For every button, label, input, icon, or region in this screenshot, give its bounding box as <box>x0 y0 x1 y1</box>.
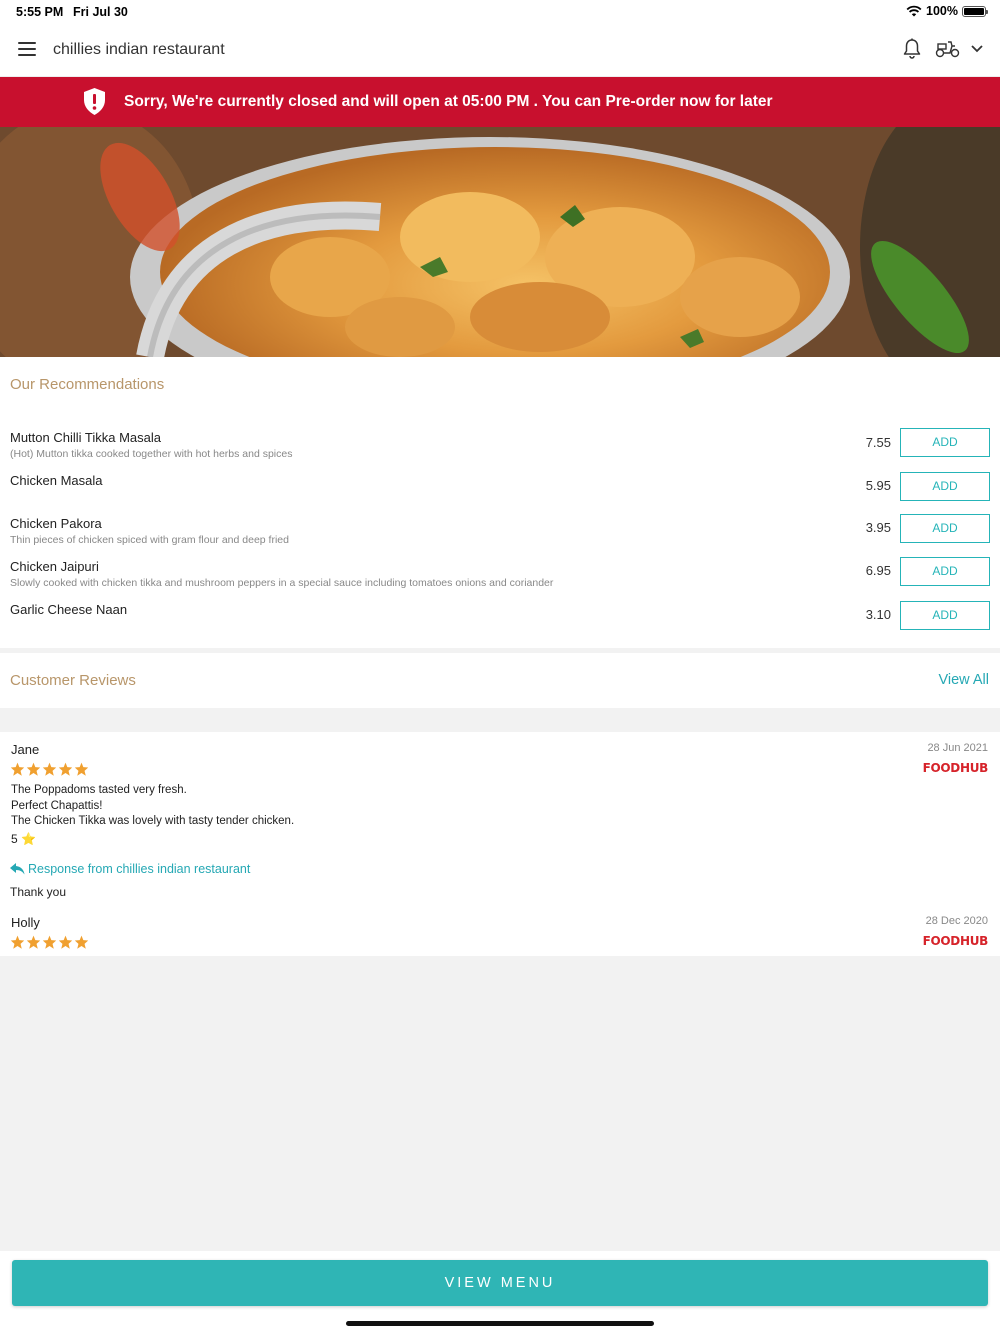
battery-percent: 100% <box>926 4 958 18</box>
star-icon <box>74 762 89 776</box>
view-all-link[interactable]: View All <box>938 672 989 688</box>
reviews-header: Customer Reviews View All <box>0 653 1000 708</box>
star-icon <box>58 762 73 776</box>
status-time: 5:55 PM <box>16 5 64 19</box>
review-line: The Chicken Tikka was lovely with tasty … <box>11 815 295 828</box>
recommendation-item: Chicken Jaipuri Slowly cooked with chick… <box>0 557 1000 602</box>
status-date: Fri Jul 30 <box>73 5 128 19</box>
hero-image <box>0 127 1000 357</box>
review-date: 28 Jun 2021 <box>927 742 988 754</box>
recommendation-item: Garlic Cheese Naan 3.10 ADD <box>0 601 1000 645</box>
shield-alert-icon <box>84 88 105 115</box>
chevron-down-icon[interactable] <box>970 44 984 54</box>
star-icon <box>10 935 25 949</box>
item-price: 6.95 <box>865 563 891 578</box>
reviewer-name: Holly <box>11 915 40 930</box>
item-name: Mutton Chilli Tikka Masala <box>10 430 161 445</box>
review-body: The Poppadoms tasted very fresh. Perfect… <box>11 783 294 847</box>
foodhub-logo: FOODHUB <box>922 934 989 948</box>
star-rating <box>10 762 89 776</box>
bell-icon[interactable] <box>902 38 922 60</box>
review-date: 28 Dec 2020 <box>925 915 988 927</box>
battery-icon <box>962 5 988 17</box>
status-indicators: 100% <box>906 4 988 18</box>
review-line: 5 ⭐ <box>11 831 36 846</box>
home-indicator <box>346 1321 654 1326</box>
star-icon <box>42 762 57 776</box>
star-icon <box>58 935 73 949</box>
star-icon <box>74 935 89 949</box>
reviews-heading: Customer Reviews <box>10 672 136 689</box>
reply-icon <box>10 863 25 875</box>
response-label-text: Response from chillies indian restaurant <box>28 862 251 876</box>
star-icon <box>10 762 25 776</box>
item-name: Chicken Jaipuri <box>10 559 99 574</box>
add-button[interactable]: ADD <box>900 472 990 501</box>
item-price: 5.95 <box>865 478 891 493</box>
review-line: The Poppadoms tasted very fresh. <box>11 784 187 796</box>
app-header: chillies indian restaurant <box>0 24 1000 77</box>
scooter-icon[interactable] <box>935 40 961 58</box>
restaurant-response-text: Thank you <box>10 885 67 899</box>
bottom-bar: VIEW MENU <box>0 1251 1000 1334</box>
recommendations-heading: Our Recommendations <box>10 376 165 393</box>
add-button[interactable]: ADD <box>900 601 990 630</box>
recommendation-item: Mutton Chilli Tikka Masala (Hot) Mutton … <box>0 428 1000 473</box>
restaurant-response-label: Response from chillies indian restaurant <box>10 862 250 876</box>
reviews-list: Jane 28 Jun 2021 FOODHUB The Poppadoms t… <box>0 732 1000 956</box>
add-button[interactable]: ADD <box>900 514 990 543</box>
item-description: Thin pieces of chicken spiced with gram … <box>10 534 289 546</box>
status-bar: 5:55 PM Fri Jul 30 100% <box>0 0 1000 24</box>
item-description: (Hot) Mutton tikka cooked together with … <box>10 448 293 460</box>
item-price: 3.95 <box>865 520 891 535</box>
item-price: 7.55 <box>865 435 891 450</box>
star-icon <box>26 935 41 949</box>
star-rating <box>10 935 89 949</box>
wifi-icon <box>906 5 922 17</box>
star-icon <box>26 762 41 776</box>
recommendations-section: Our Recommendations Mutton Chilli Tikka … <box>0 357 1000 648</box>
item-description: Slowly cooked with chicken tikka and mus… <box>10 577 554 589</box>
recommendation-item: Chicken Masala 5.95 ADD <box>0 472 1000 516</box>
review-line: Perfect Chapattis! <box>11 799 103 812</box>
reviewer-name: Jane <box>11 742 40 757</box>
add-button[interactable]: ADD <box>900 557 990 586</box>
item-name: Chicken Masala <box>10 473 103 488</box>
recommendation-item: Chicken Pakora Thin pieces of chicken sp… <box>0 514 1000 559</box>
item-price: 3.10 <box>865 607 891 622</box>
star-icon <box>42 935 57 949</box>
view-menu-button[interactable]: VIEW MENU <box>12 1260 988 1306</box>
closed-banner: Sorry, We're currently closed and will o… <box>0 77 1000 127</box>
item-name: Garlic Cheese Naan <box>10 602 128 617</box>
item-name: Chicken Pakora <box>10 516 102 531</box>
closed-message: Sorry, We're currently closed and will o… <box>124 93 773 110</box>
page-title: chillies indian restaurant <box>53 41 225 58</box>
add-button[interactable]: ADD <box>900 428 990 457</box>
foodhub-logo: FOODHUB <box>922 761 989 775</box>
menu-icon[interactable] <box>18 42 36 56</box>
